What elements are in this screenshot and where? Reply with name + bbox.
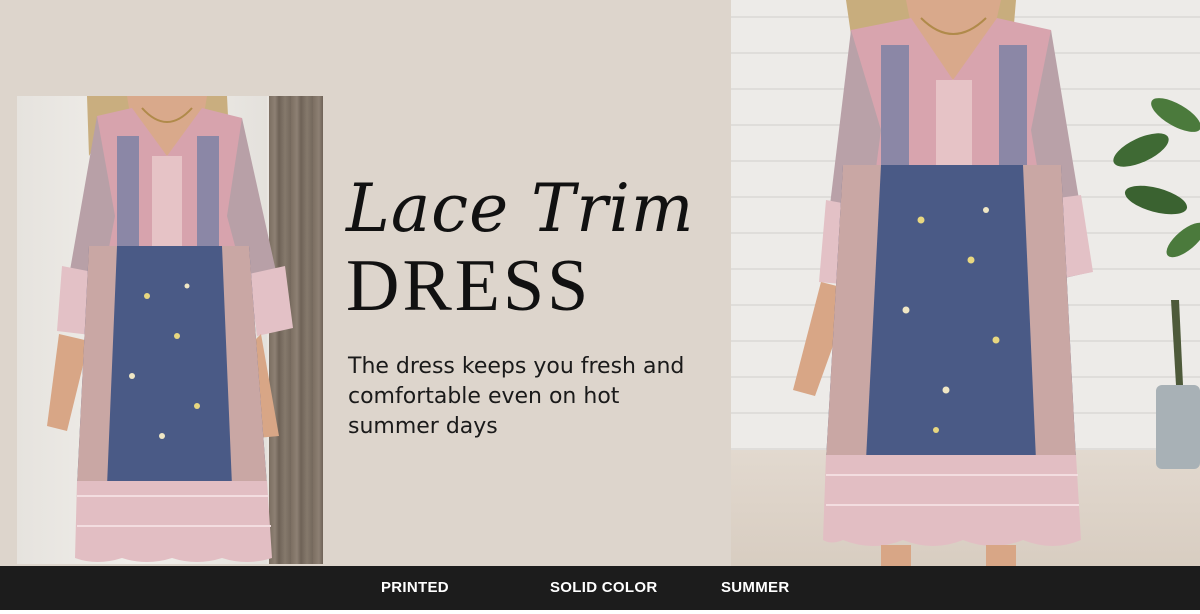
product-photo-right[interactable]	[731, 0, 1200, 566]
product-photo-left[interactable]	[17, 96, 323, 564]
tag-printed[interactable]: PRINTED	[381, 566, 449, 610]
headline-script: Lace Trim	[346, 170, 695, 247]
tag-summer[interactable]: SUMMER	[721, 566, 789, 610]
tag-solid-color[interactable]: SOLID COLOR	[550, 566, 657, 610]
product-description: The dress keeps you fresh and comfortabl…	[348, 354, 685, 439]
model-dress-illustration-right	[793, 0, 1200, 566]
headline: Lace Trim DRESS	[346, 170, 716, 324]
headline-main: DRESS	[346, 245, 592, 327]
plant-icon	[1113, 98, 1200, 469]
bottom-strip	[0, 610, 1200, 614]
model-dress-illustration-left	[47, 96, 293, 562]
tag-bar: PRINTED SOLID COLOR SUMMER	[0, 566, 1200, 610]
promo-banner: Lace Trim DRESS The dress keeps you fres…	[0, 0, 1200, 566]
